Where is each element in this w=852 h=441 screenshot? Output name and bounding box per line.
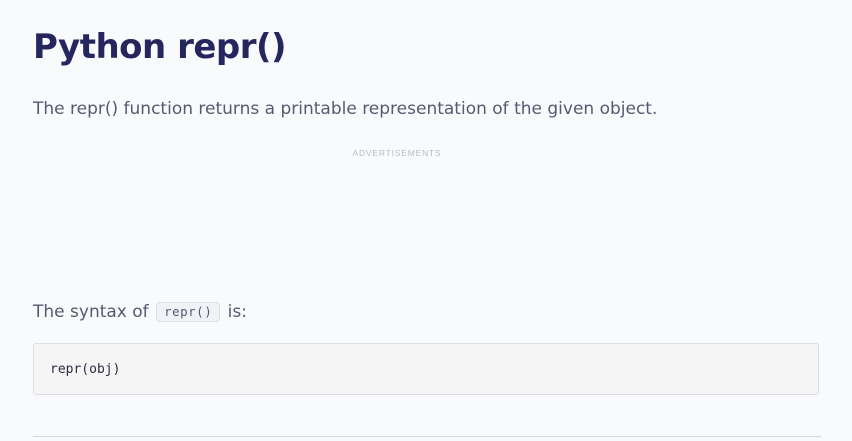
code-block-text[interactable]: repr(obj) bbox=[50, 361, 120, 379]
intro-paragraph: The repr() function returns a printable … bbox=[33, 99, 658, 119]
syntax-code-block[interactable]: repr(obj) bbox=[33, 343, 819, 395]
advertisements-label: ADVERTISEMENTS bbox=[352, 148, 442, 158]
inline-code-repr: repr() bbox=[156, 302, 221, 322]
page-title: Python repr() bbox=[33, 27, 287, 67]
advertisement-slot bbox=[33, 166, 821, 286]
syntax-suffix-text: is: bbox=[227, 302, 247, 322]
syntax-intro: The syntax of repr() is: bbox=[33, 300, 247, 324]
syntax-prefix-text: The syntax of bbox=[33, 302, 149, 322]
section-divider bbox=[33, 436, 821, 437]
